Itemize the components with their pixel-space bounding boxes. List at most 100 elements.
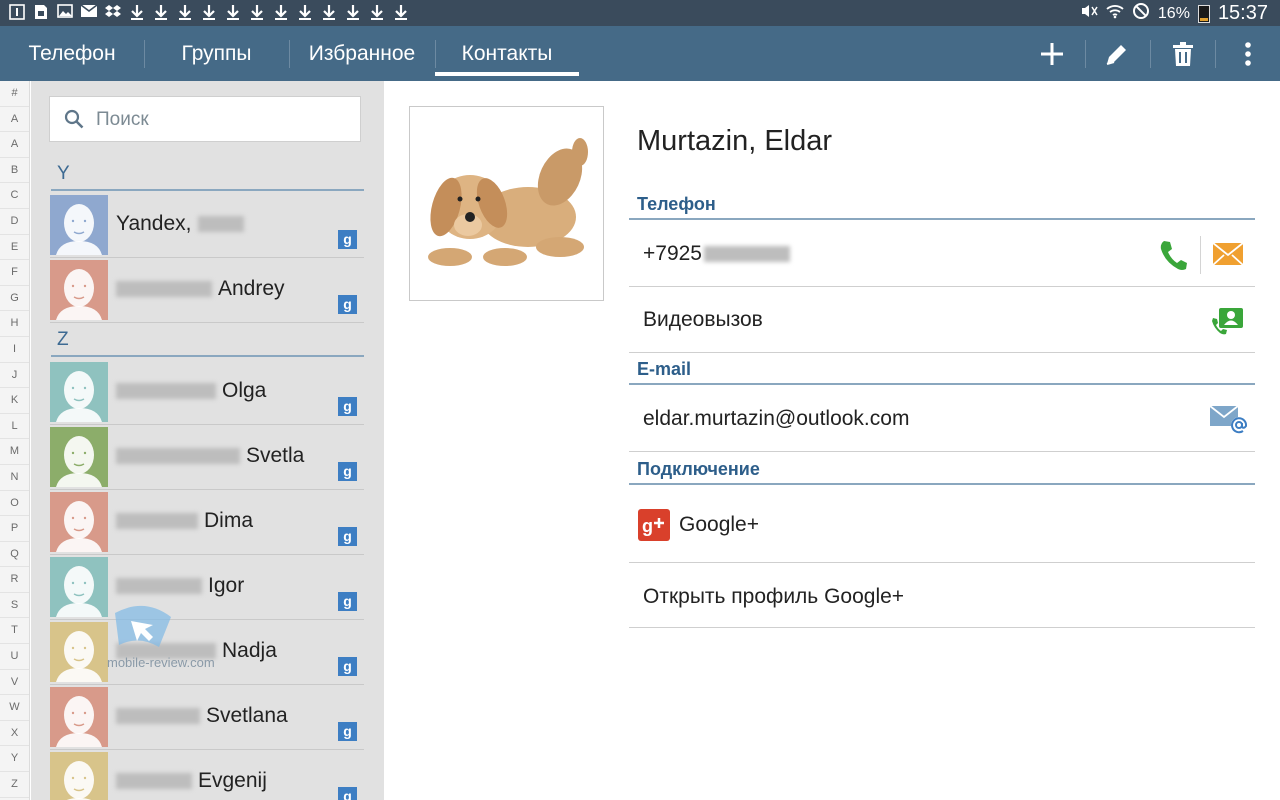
email-address: eldar.murtazin@outlook.com bbox=[643, 407, 910, 430]
index-letter[interactable]: E bbox=[0, 235, 29, 261]
phone-section-header: Телефон bbox=[629, 190, 1255, 220]
index-letter[interactable]: A bbox=[0, 107, 29, 133]
index-letter[interactable]: T bbox=[0, 618, 29, 645]
edit-contact-button[interactable] bbox=[1087, 26, 1147, 81]
index-letter[interactable]: Q bbox=[0, 542, 29, 568]
contact-row[interactable]: Svetla g bbox=[50, 426, 364, 490]
index-letter[interactable]: U bbox=[0, 644, 29, 670]
search-icon bbox=[64, 109, 84, 129]
avatar bbox=[50, 260, 108, 320]
contact-name: Dima bbox=[116, 509, 253, 533]
contact-name: Olga bbox=[116, 379, 266, 403]
google-account-badge: g bbox=[338, 787, 357, 800]
index-letter[interactable]: O bbox=[0, 491, 29, 517]
index-letter[interactable]: F bbox=[0, 260, 29, 286]
contact-name: Yandex, bbox=[116, 212, 250, 236]
email-row[interactable]: eldar.murtazin@outlook.com bbox=[629, 387, 1255, 452]
contact-name-text: Igor bbox=[208, 574, 245, 597]
index-letter[interactable]: H bbox=[0, 311, 29, 337]
blurred-phone-digits bbox=[703, 246, 790, 263]
section-header-y: Y bbox=[51, 163, 364, 191]
google-plus-icon: g bbox=[638, 509, 670, 546]
sim-icon bbox=[32, 4, 50, 22]
video-call-button[interactable] bbox=[1211, 306, 1245, 341]
contact-row[interactable]: Svetlana g bbox=[50, 686, 364, 750]
connection-section-header: Подключение bbox=[629, 455, 1255, 485]
video-call-row[interactable]: Видеовызов bbox=[629, 288, 1255, 353]
phone-call-icon bbox=[1160, 241, 1187, 270]
index-letter[interactable]: Z bbox=[0, 772, 29, 798]
tab-phone[interactable]: Телефон bbox=[0, 26, 144, 81]
contact-name: Svetla bbox=[116, 444, 304, 468]
contact-photo[interactable] bbox=[409, 106, 604, 301]
tab-label: Телефон bbox=[28, 42, 116, 65]
index-letter[interactable]: R bbox=[0, 567, 29, 593]
tab-favorites[interactable]: Избранное bbox=[289, 26, 435, 81]
index-letter[interactable]: L bbox=[0, 414, 29, 440]
google-account-badge: g bbox=[338, 230, 357, 249]
google-account-badge: g bbox=[338, 527, 357, 546]
google-account-badge: g bbox=[338, 657, 357, 676]
index-letter[interactable]: # bbox=[0, 81, 29, 107]
phone-row[interactable]: +7925 bbox=[629, 222, 1255, 287]
battery-percent: 16% bbox=[1157, 4, 1190, 22]
contact-name: Evgenij bbox=[116, 769, 267, 793]
blurred-surname bbox=[116, 513, 198, 530]
index-letter[interactable]: B bbox=[0, 158, 29, 184]
email-section-header: E-mail bbox=[629, 355, 1255, 385]
contact-row[interactable]: Evgenij g bbox=[50, 751, 364, 800]
tab-label: Группы bbox=[181, 42, 252, 65]
contact-name-text: Svetlana bbox=[206, 704, 288, 727]
search-input[interactable]: Поиск bbox=[49, 96, 361, 142]
index-letter[interactable]: G bbox=[0, 286, 29, 312]
download-icon bbox=[200, 4, 218, 22]
contact-name: Igor bbox=[116, 574, 244, 598]
download-icon bbox=[224, 4, 242, 22]
google-plus-row[interactable]: g Google+ bbox=[629, 487, 1255, 563]
call-button[interactable] bbox=[1159, 238, 1187, 275]
index-letter[interactable]: C bbox=[0, 183, 29, 209]
contact-row[interactable]: Olga g bbox=[50, 361, 364, 425]
contact-name: Murtazin, Eldar bbox=[637, 125, 833, 157]
download-icon bbox=[368, 4, 386, 22]
send-email-button[interactable] bbox=[1209, 405, 1249, 440]
dropbox-icon bbox=[104, 4, 122, 22]
blurred-first-name bbox=[197, 216, 244, 233]
index-letter[interactable]: P bbox=[0, 516, 29, 542]
delete-contact-button[interactable] bbox=[1153, 26, 1213, 81]
index-letter[interactable]: N bbox=[0, 465, 29, 491]
google-plus-label: Google+ bbox=[679, 513, 759, 536]
contact-name-text: Svetla bbox=[246, 444, 305, 467]
contact-name-text: Olga bbox=[222, 379, 267, 402]
tab-groups[interactable]: Группы bbox=[144, 26, 289, 81]
contact-row[interactable]: Dima g bbox=[50, 491, 364, 555]
contact-row[interactable]: Andrey g bbox=[50, 259, 364, 323]
blurred-surname bbox=[116, 773, 192, 790]
contact-name-text: Andrey bbox=[218, 277, 285, 300]
index-letter[interactable]: I bbox=[0, 337, 29, 363]
edit-icon bbox=[1106, 44, 1126, 65]
tab-label: Избранное bbox=[308, 42, 416, 65]
index-letter[interactable]: S bbox=[0, 593, 29, 619]
index-letter[interactable]: M bbox=[0, 439, 29, 465]
row-divider bbox=[1200, 236, 1201, 274]
index-letter[interactable]: K bbox=[0, 388, 29, 414]
alphabet-index[interactable]: # A A B C D E F G H I J K L M N O P Q R S T U V W X Y Z bbox=[0, 81, 30, 800]
index-letter[interactable]: A bbox=[0, 132, 29, 158]
index-letter[interactable]: D bbox=[0, 209, 29, 235]
index-letter[interactable]: V bbox=[0, 670, 29, 696]
index-letter[interactable]: X bbox=[0, 721, 29, 747]
overflow-menu-button[interactable] bbox=[1218, 26, 1278, 81]
index-letter[interactable]: Y bbox=[0, 746, 29, 773]
index-letter[interactable]: J bbox=[0, 363, 29, 389]
overflow-menu-icon bbox=[1245, 41, 1251, 66]
contact-row[interactable]: Yandex, g bbox=[50, 194, 364, 258]
svg-text:g: g bbox=[642, 516, 653, 536]
action-divider bbox=[1150, 40, 1151, 68]
add-contact-button[interactable] bbox=[1022, 26, 1082, 81]
open-google-plus-profile-row[interactable]: Открыть профиль Google+ bbox=[629, 563, 1255, 628]
index-letter[interactable]: W bbox=[0, 695, 29, 721]
send-message-button[interactable] bbox=[1212, 242, 1244, 271]
mute-icon bbox=[1080, 3, 1098, 24]
google-account-badge: g bbox=[338, 462, 357, 481]
